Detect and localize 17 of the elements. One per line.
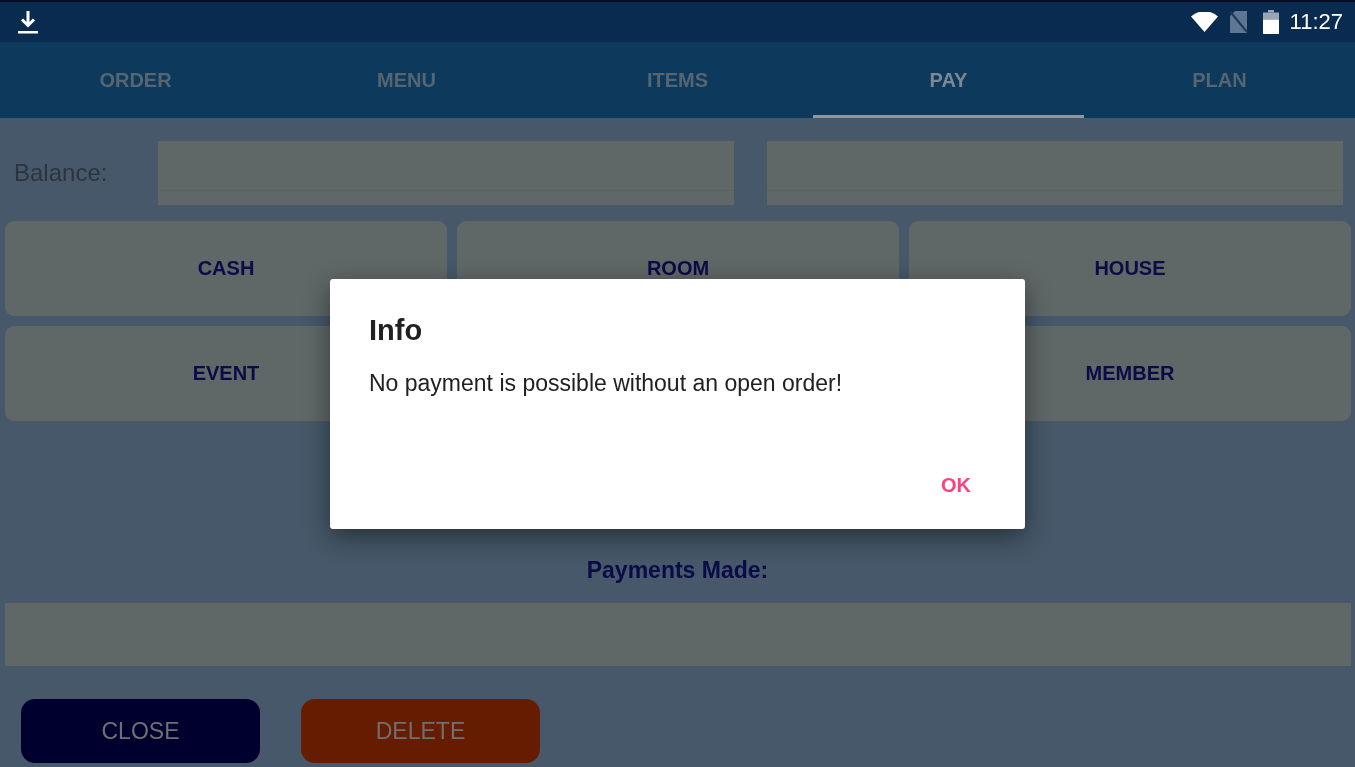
- tab[interactable]: PLAN: [1084, 42, 1355, 118]
- no-sim-icon: [1228, 11, 1248, 33]
- payments-heading: Payments Made:: [586, 556, 769, 584]
- delete-button[interactable]: DELETE: [301, 699, 540, 763]
- payment-method-button[interactable]: HOUSE: [909, 221, 1351, 316]
- payment-method-button[interactable]: CASH: [5, 221, 447, 316]
- tab[interactable]: ORDER: [0, 42, 271, 118]
- wifi-icon: [1190, 12, 1218, 32]
- balance-field[interactable]: [158, 141, 734, 205]
- tab[interactable]: MENU: [271, 42, 542, 118]
- amount-field[interactable]: [767, 141, 1343, 205]
- battery-icon: [1262, 10, 1279, 34]
- tab[interactable]: ITEMS: [542, 42, 813, 118]
- close-button[interactable]: CLOSE: [21, 699, 260, 763]
- ok-button[interactable]: OK: [929, 463, 983, 507]
- download-icon: [18, 10, 38, 34]
- clock-time: 11:27: [1289, 10, 1343, 34]
